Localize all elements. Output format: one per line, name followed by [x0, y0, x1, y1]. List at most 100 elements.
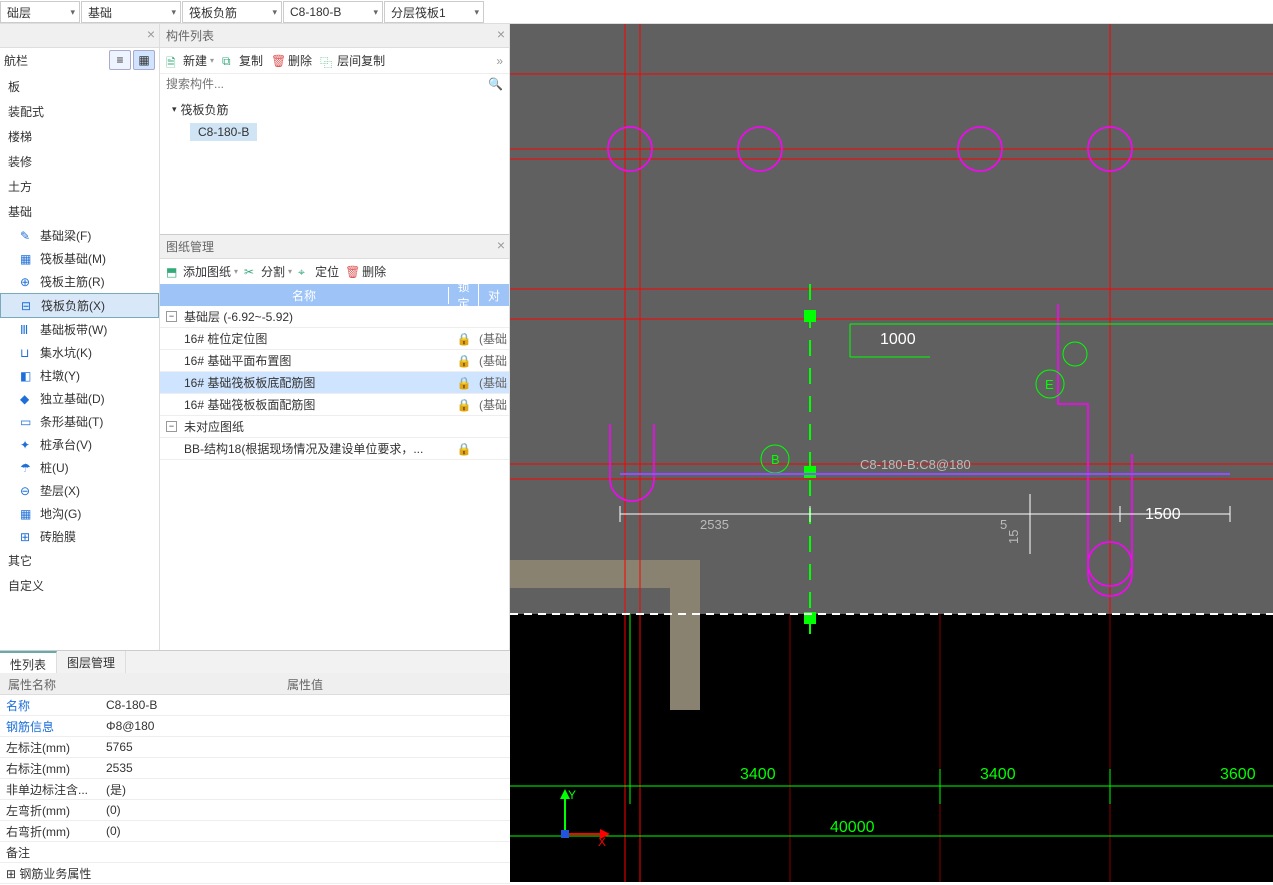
nav-item-brick[interactable]: ⊞砖胎膜: [0, 525, 159, 548]
layer-copy-button[interactable]: ⿻层间复制: [320, 52, 385, 69]
property-row[interactable]: 左标注(mm)5765: [0, 737, 510, 758]
expand-icon[interactable]: −: [166, 421, 177, 432]
property-row[interactable]: 左弯折(mm)(0): [0, 800, 510, 821]
floor-dropdown[interactable]: 础层▾: [0, 1, 80, 23]
search-input[interactable]: [166, 77, 488, 91]
drawing-row[interactable]: −未对应图纸: [160, 416, 509, 438]
tab-property-list[interactable]: 性列表: [0, 651, 57, 673]
lock-icon[interactable]: 🔒: [449, 442, 479, 456]
nav-item-pile-cap[interactable]: ✦桩承台(V): [0, 433, 159, 456]
prop-name: 左标注(mm): [0, 739, 100, 756]
nav-item-bedding[interactable]: ⊖垫层(X): [0, 479, 159, 502]
nav-cat[interactable]: 装配式: [0, 99, 159, 124]
close-icon[interactable]: ×: [147, 26, 155, 42]
nav-cat[interactable]: 其它: [0, 548, 159, 573]
close-icon[interactable]: ×: [497, 26, 505, 42]
drawing-row[interactable]: 16# 基础筏板板面配筋图🔒(基础: [160, 394, 509, 416]
add-drawing-button[interactable]: ⬒添加图纸▾: [166, 263, 238, 280]
more-icon[interactable]: »: [496, 54, 503, 68]
prop-value[interactable]: 5765: [100, 740, 510, 754]
drawing-label: 基础层 (-6.92~-5.92): [184, 308, 293, 325]
grid-total: 40000: [830, 819, 875, 836]
nav-cat[interactable]: 自定义: [0, 573, 159, 598]
prop-value[interactable]: (0): [100, 824, 510, 838]
drawing-mgmt-header: 图纸管理 ×: [160, 235, 509, 259]
grid-dim-1: 3400: [740, 766, 776, 783]
nav-item-isolated[interactable]: ◆独立基础(D): [0, 387, 159, 410]
property-row[interactable]: 右弯折(mm)(0): [0, 821, 510, 842]
nav-item-raft-negative[interactable]: ⊟筏板负筋(X): [0, 293, 159, 318]
th-prop-value: 属性值: [100, 673, 510, 694]
grid-dim-2: 3400: [980, 766, 1016, 783]
nav-item-strip-foundation[interactable]: ▭条形基础(T): [0, 410, 159, 433]
nav-item-raft-main[interactable]: ⊕筏板主筋(R): [0, 270, 159, 293]
delete-icon: 🗑: [271, 54, 285, 68]
prop-value[interactable]: C8-180-B: [100, 698, 510, 712]
nav-cat[interactable]: 基础: [0, 199, 159, 224]
property-row[interactable]: 钢筋信息Φ8@180: [0, 716, 510, 737]
drawing-row[interactable]: BB-结构18(根据现场情况及建设单位要求，...🔒: [160, 438, 509, 460]
property-row[interactable]: 非单边标注含...(是): [0, 779, 510, 800]
prop-value[interactable]: Φ8@180: [100, 719, 510, 733]
nav-cat[interactable]: 土方: [0, 174, 159, 199]
property-row[interactable]: ⊞ 钢筋业务属性: [0, 863, 510, 884]
nav-item-pier[interactable]: ◧柱墩(Y): [0, 364, 159, 387]
drawing-row[interactable]: 16# 基础平面布置图🔒(基础: [160, 350, 509, 372]
property-row[interactable]: 备注: [0, 842, 510, 863]
nav-item-sump[interactable]: ⊔集水坑(K): [0, 341, 159, 364]
property-row[interactable]: 名称C8-180-B: [0, 695, 510, 716]
nav-item-strip[interactable]: Ⅲ基础板带(W): [0, 318, 159, 341]
split-button[interactable]: ✂分割▾: [244, 263, 292, 280]
dim-1000: 1000: [880, 331, 916, 348]
lock-icon[interactable]: 🔒: [449, 354, 479, 368]
layer-dropdown[interactable]: 分层筏板1▾: [384, 1, 484, 23]
drawing-row[interactable]: −基础层 (-6.92~-5.92): [160, 306, 509, 328]
new-button[interactable]: 🗎新建▾: [166, 52, 214, 69]
component-dropdown[interactable]: C8-180-B▾: [283, 1, 383, 23]
prop-value[interactable]: (0): [100, 803, 510, 817]
prop-name: 备注: [0, 844, 100, 861]
prop-value[interactable]: (是): [100, 781, 510, 798]
lock-icon[interactable]: 🔒: [449, 398, 479, 412]
drawing-label: 16# 基础筏板板底配筋图: [184, 374, 315, 391]
drawing-label: 未对应图纸: [184, 418, 244, 435]
dim-2535: 2535: [700, 517, 729, 532]
component-list-header: 构件列表 ×: [160, 24, 509, 48]
th-prop-name: 属性名称: [0, 673, 100, 694]
nav-cat[interactable]: 装修: [0, 149, 159, 174]
lock-icon[interactable]: 🔒: [449, 376, 479, 390]
tab-layer-management[interactable]: 图层管理: [57, 651, 126, 673]
component-tree-parent[interactable]: ▾筏板负筋: [160, 98, 509, 121]
chevron-down-icon: ▾: [70, 7, 75, 18]
copy-button[interactable]: ⧉复制: [222, 52, 263, 69]
expand-icon[interactable]: −: [166, 311, 177, 322]
detail-view-button[interactable]: ▦: [133, 50, 155, 70]
component-tree-item[interactable]: C8-180-B: [190, 123, 257, 141]
property-row[interactable]: 右标注(mm)2535: [0, 758, 510, 779]
drawing-row[interactable]: 16# 基础筏板板底配筋图🔒(基础: [160, 372, 509, 394]
category-dropdown[interactable]: 基础▾: [81, 1, 181, 23]
nav-cat[interactable]: 楼梯: [0, 124, 159, 149]
nav-item-pile[interactable]: ☂桩(U): [0, 456, 159, 479]
locate-button[interactable]: ⌖定位: [298, 263, 339, 280]
th-name: 名称: [160, 287, 449, 304]
nav-cat[interactable]: 板: [0, 74, 159, 99]
lock-icon[interactable]: 🔒: [449, 332, 479, 346]
prop-value[interactable]: 2535: [100, 761, 510, 775]
type-dropdown[interactable]: 筏板负筋▾: [182, 1, 282, 23]
nav-item-trench[interactable]: ▦地沟(G): [0, 502, 159, 525]
th-ext: 对: [479, 287, 509, 304]
drawing-row[interactable]: 16# 桩位定位图🔒(基础: [160, 328, 509, 350]
axis-circle-b: B: [771, 452, 780, 467]
nav-item-raft-foundation[interactable]: ▦筏板基础(M): [0, 247, 159, 270]
list-view-button[interactable]: ≡: [109, 50, 131, 70]
search-icon[interactable]: 🔍: [488, 77, 503, 91]
pilecap-icon: ✦: [20, 438, 34, 452]
nav-item-foundation-beam[interactable]: ✎基础梁(F): [0, 224, 159, 247]
close-icon[interactable]: ×: [497, 237, 505, 253]
prop-name: ⊞ 钢筋业务属性: [0, 865, 100, 882]
delete-button[interactable]: 🗑删除: [271, 52, 312, 69]
property-rows: 名称C8-180-B钢筋信息Φ8@180左标注(mm)5765右标注(mm)25…: [0, 695, 510, 884]
delete-drawing-button[interactable]: 🗑删除: [345, 263, 386, 280]
canvas-area[interactable]: E B 1000: [510, 24, 1273, 882]
